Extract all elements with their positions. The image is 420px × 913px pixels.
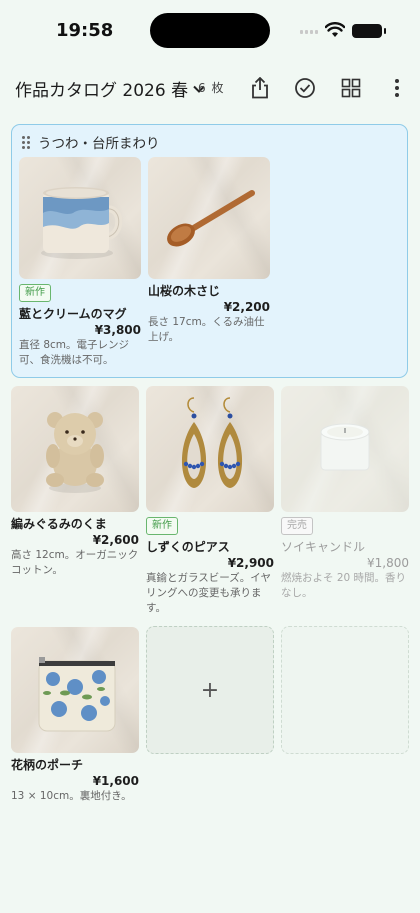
item-price: ¥2,200 [223, 300, 270, 314]
group-title: うつわ・台所まわり [38, 136, 160, 152]
wifi-icon [325, 22, 345, 37]
check-circle-icon [295, 78, 315, 98]
group-header: うつわ・台所まわり [22, 132, 160, 152]
item-description: 長さ 17cm。くるみ油仕上げ。 [148, 316, 265, 343]
item-description: 燃焼およそ 20 時間。香りなし。 [281, 572, 407, 599]
item-price: ¥3,800 [94, 323, 141, 337]
item-name: 花柄のポーチ [11, 758, 84, 772]
item-description: 直径 8cm。電子レンジ可、食洗機は不可。 [19, 339, 130, 366]
item-price: ¥1,800 [367, 556, 409, 570]
floral-pouch-image [38, 657, 116, 732]
empty-slot [281, 626, 409, 754]
item-description: 13 × 10cm。裏地付き。 [11, 790, 132, 802]
item-photo [281, 386, 409, 512]
cellular-signal-icon [300, 30, 318, 34]
share-icon [252, 77, 268, 99]
catalog-title-dropdown[interactable]: 作品カタログ 2026 春 [15, 76, 205, 101]
catalog-item-earrings[interactable]: 新作 しずくのピアス ¥2,900 真鍮とガラスビーズ。イヤリングへの変更も承り… [146, 386, 274, 616]
page-title: 作品カタログ 2026 春 [15, 81, 189, 101]
item-price: ¥2,900 [227, 556, 274, 570]
catalog-item-mug[interactable]: 新作 藍とクリームのマグ ¥3,800 直径 8cm。電子レンジ可、食洗機は不可… [19, 157, 141, 368]
share-button[interactable] [244, 72, 276, 104]
battery-icon [352, 24, 386, 38]
item-name: しずくのピアス [146, 540, 230, 554]
sold-out-badge: 完売 [281, 517, 313, 535]
item-group[interactable]: うつわ・台所まわり 新作 藍とクリームのマグ ¥3,800 直径 8cm。電子レ… [11, 124, 408, 378]
item-description: 高さ 12cm。オーガニックコットン。 [11, 549, 139, 576]
item-name: ソイキャンドル [281, 540, 366, 554]
drag-handle-icon[interactable] [22, 135, 30, 149]
grid-view-button[interactable] [335, 72, 367, 104]
item-photo [148, 157, 270, 279]
grid-icon [341, 78, 361, 98]
knit-bear-image [46, 412, 104, 493]
new-badge: 新作 [19, 284, 51, 302]
new-badge: 新作 [146, 517, 178, 535]
item-photo [11, 386, 139, 512]
select-button[interactable] [289, 72, 321, 104]
item-count: 6 枚 [198, 81, 225, 95]
status-bar: 19:58 [0, 0, 420, 62]
add-item-button[interactable]: + [146, 626, 274, 754]
dynamic-island [150, 13, 270, 48]
item-description: 真鍮とガラスビーズ。イヤリングへの変更も承ります。 [146, 572, 271, 614]
item-price: ¥2,600 [92, 533, 139, 547]
top-app-bar: 作品カタログ 2026 春 6 枚 [0, 66, 420, 110]
item-price: ¥1,600 [92, 774, 139, 788]
earrings-image [181, 397, 243, 488]
mug-image [41, 187, 123, 259]
item-photo [146, 386, 274, 512]
wooden-spoon-image [167, 190, 255, 247]
catalog-item-candle[interactable]: 完売 ソイキャンドル ¥1,800 燃焼およそ 20 時間。香りなし。 [281, 386, 409, 601]
item-name: 藍とクリームのマグ [19, 307, 127, 321]
more-vertical-icon [395, 79, 399, 97]
status-time: 19:58 [56, 20, 114, 41]
item-name: 編みぐるみのくま [11, 517, 107, 531]
catalog-item-spoon[interactable]: 山桜の木さじ ¥2,200 長さ 17cm。くるみ油仕上げ。 [148, 157, 270, 345]
item-name: 山桜の木さじ [148, 284, 221, 298]
catalog-item-bear[interactable]: 編みぐるみのくま ¥2,600 高さ 12cm。オーガニックコットン。 [11, 386, 139, 578]
candle-image [320, 423, 370, 471]
plus-icon: + [200, 677, 220, 703]
catalog-item-pouch[interactable]: 花柄のポーチ ¥1,600 13 × 10cm。裏地付き。 [11, 627, 139, 804]
item-photo [11, 627, 139, 753]
more-button[interactable] [381, 72, 413, 104]
item-photo [19, 157, 141, 279]
